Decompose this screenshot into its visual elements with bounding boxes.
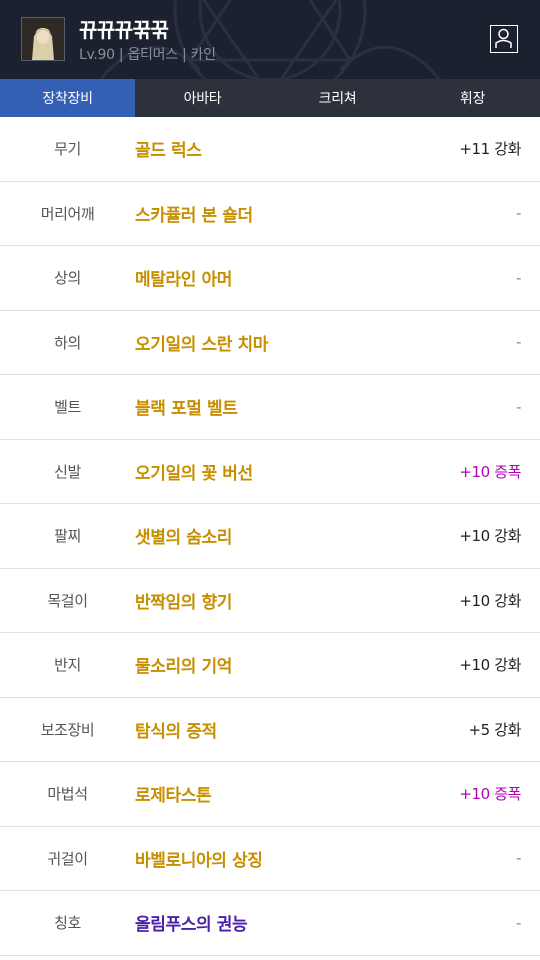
slot-label: 신발 <box>54 462 81 481</box>
character-avatar[interactable] <box>21 17 65 61</box>
item-name: 바벨로니아의 상징 <box>135 850 263 871</box>
item-name: 올림푸스의 권능 <box>135 915 248 936</box>
upgrade-value: +10 강화 <box>459 656 521 675</box>
character-header: 뀨뀨뀨꾺꾺 Lv.90 | 옵티머스 | 카인 <box>0 0 540 79</box>
upgrade-value: - <box>515 268 521 287</box>
equipment-row-necklace[interactable]: 목걸이 반짝임의 향기 +10 강화 <box>0 569 540 633</box>
slot-label: 벨트 <box>54 398 81 417</box>
tab-creature[interactable]: 크리쳐 <box>270 79 405 117</box>
slot-label: 칭호 <box>54 914 81 933</box>
item-name: 골드 럭스 <box>135 141 202 162</box>
equipment-row-weapon[interactable]: 무기 골드 럭스 +11 강화 <box>0 117 540 182</box>
character-subtitle: Lv.90 | 옵티머스 | 카인 <box>79 47 216 63</box>
profile-button[interactable] <box>490 25 518 53</box>
slot-label: 귀걸이 <box>47 849 88 868</box>
tab-emblem[interactable]: 휘장 <box>405 79 540 117</box>
item-name: 오기일의 꽃 버선 <box>135 463 253 484</box>
slot-label: 팔찌 <box>54 527 81 546</box>
tab-bar: 장착장비 아바타 크리쳐 휘장 <box>0 79 540 117</box>
equipment-row-earring[interactable]: 귀걸이 바벨로니아의 상징 - <box>0 827 540 891</box>
tab-equipment[interactable]: 장착장비 <box>0 79 135 117</box>
slot-label: 하의 <box>54 333 81 352</box>
item-name: 반짝임의 향기 <box>135 592 232 613</box>
equipment-row-ring[interactable]: 반지 물소리의 기억 +10 강화 <box>0 633 540 698</box>
item-name: 샛별의 숨소리 <box>135 528 232 549</box>
item-name: 블랙 포멀 벨트 <box>135 399 238 420</box>
equipment-row-support[interactable]: 보조장비 탐식의 증적 +5 강화 <box>0 698 540 762</box>
character-portrait-icon <box>22 18 64 60</box>
slot-label: 목걸이 <box>47 591 88 610</box>
equipment-row-magic-stone[interactable]: 마법석 로제타스톤 +10 증폭 <box>0 762 540 827</box>
item-name: 탐식의 증적 <box>135 721 217 742</box>
upgrade-value: - <box>515 333 521 352</box>
character-name: 뀨뀨뀨꾺꾺 <box>79 18 169 42</box>
upgrade-value: +10 증폭 <box>459 462 521 481</box>
upgrade-value: - <box>515 913 521 932</box>
equipment-row-bottom[interactable]: 하의 오기일의 스란 치마 - <box>0 311 540 375</box>
slot-label: 머리어깨 <box>40 204 95 223</box>
upgrade-value: +10 증폭 <box>459 785 521 804</box>
person-icon <box>495 28 512 48</box>
upgrade-value: - <box>515 397 521 416</box>
item-name: 오기일의 스란 치마 <box>135 334 268 355</box>
equipment-row-top[interactable]: 상의 메탈라인 아머 - <box>0 246 540 311</box>
item-name: 스카퓰러 본 숄더 <box>135 205 253 226</box>
upgrade-value: - <box>515 849 521 868</box>
upgrade-value: +5 강화 <box>468 720 522 739</box>
upgrade-value: +10 강화 <box>459 591 521 610</box>
slot-label: 마법석 <box>47 785 88 804</box>
equipment-list: 무기 골드 럭스 +11 강화 머리어깨 스카퓰러 본 숄더 - 상의 메탈라인… <box>0 117 540 956</box>
slot-label: 무기 <box>54 140 81 159</box>
item-name: 로제타스톤 <box>135 786 212 807</box>
equipment-row-belt[interactable]: 벨트 블랙 포멀 벨트 - <box>0 375 540 440</box>
upgrade-value: +11 강화 <box>459 140 521 159</box>
upgrade-value: - <box>515 204 521 223</box>
slot-label: 보조장비 <box>40 720 95 739</box>
equipment-row-shoes[interactable]: 신발 오기일의 꽃 버선 +10 증폭 <box>0 440 540 504</box>
slot-label: 반지 <box>54 656 81 675</box>
equipment-row-shoulder[interactable]: 머리어깨 스카퓰러 본 숄더 - <box>0 182 540 246</box>
tab-avatar[interactable]: 아바타 <box>135 79 270 117</box>
upgrade-value: +10 강화 <box>459 527 521 546</box>
item-name: 물소리의 기억 <box>135 657 232 678</box>
equipment-row-bracelet[interactable]: 팔찌 샛별의 숨소리 +10 강화 <box>0 504 540 569</box>
equipment-row-title[interactable]: 칭호 올림푸스의 권능 - <box>0 891 540 956</box>
slot-label: 상의 <box>54 269 81 288</box>
item-name: 메탈라인 아머 <box>135 270 232 291</box>
